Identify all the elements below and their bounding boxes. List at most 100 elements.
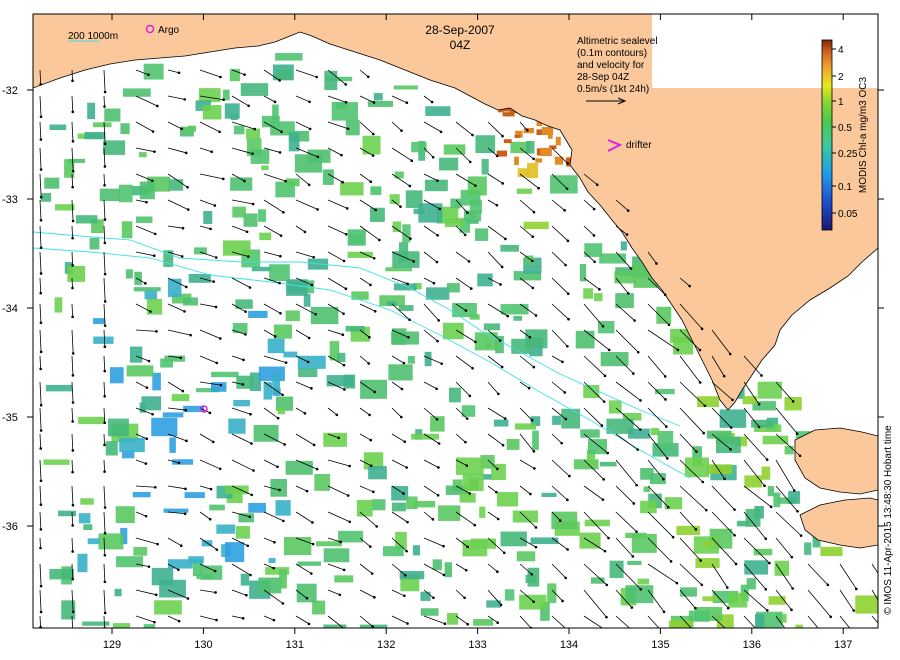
chl-patch [87,538,100,545]
chl-patch [473,619,494,626]
velocity-arrow-head [496,467,499,471]
velocity-arrow-head [733,508,736,511]
lat-tick-label: -34 [2,303,18,315]
velocity-arrow-head [39,115,43,119]
velocity-arrow-head [218,130,221,134]
chl-patch [535,158,543,163]
drifter-legend-label: drifter [626,140,652,151]
velocity-arrow-head [602,400,606,403]
isobath-legend: 200 1000m [68,31,118,42]
velocity-arrow-head [39,403,43,407]
velocity-arrow-head [565,187,569,191]
velocity-arrow-head [607,348,611,352]
chl-patch [369,207,385,222]
velocity-arrow-head [369,180,373,184]
velocity-arrow-head [253,127,257,131]
chl-patch [298,368,318,378]
velocity-arrow-head [664,425,668,428]
velocity-arrow-head [247,104,250,108]
velocity-arrow-head [791,400,795,403]
velocity-arrow-head [273,100,277,104]
velocity-arrow-head [372,101,376,104]
velocity-arrow [39,615,41,628]
velocity-arrow-head [465,464,469,467]
velocity-arrow-head [568,474,571,478]
chl-patch [159,579,186,598]
velocity-arrow-head [431,155,435,159]
velocity-arrow-head [39,291,43,295]
chl-patch [503,139,512,144]
chl-patch [360,379,388,399]
velocity-arrow-head [503,417,507,420]
chl-patch [119,437,145,453]
velocity-arrow-head [436,493,440,497]
velocity-arrow-head [372,257,376,260]
chl-patch [650,428,660,436]
chl-patch [285,178,300,187]
chl-patch [371,499,386,511]
velocity-arrow-head [344,629,347,632]
chl-patch [420,608,439,616]
velocity-arrow-head [465,417,469,420]
chl-patch [446,283,460,293]
velocity-arrow-head [344,83,348,86]
chl-patch [657,430,674,450]
chl-patch [198,88,221,103]
velocity-arrow-head [340,153,343,157]
chl-patch [209,504,225,511]
chl-patch [232,322,248,334]
velocity-arrow-head [440,362,443,365]
chl-patch [506,438,520,450]
velocity-arrow-head [151,179,154,183]
chl-patch [267,338,285,354]
velocity-arrow-head [374,208,377,212]
velocity-arrow-head [147,565,151,568]
velocity-arrow-head [183,98,186,101]
chl-patch [68,158,86,163]
velocity-arrow-head [209,227,212,231]
velocity-arrow-head [71,352,75,355]
velocity-arrow-head [39,429,43,432]
velocity-arrow-head [209,487,213,491]
velocity-arrow-head [790,555,794,559]
velocity-arrow-head [177,619,181,623]
chl-patch [323,432,347,447]
velocity-arrow-head [307,183,311,187]
velocity-arrow-head [566,498,569,502]
velocity-arrow-head [276,465,279,469]
velocity-arrow-head [344,232,348,236]
velocity-arrow-head [312,255,315,259]
chl-patch [620,241,627,251]
chl-patch [587,439,607,455]
chl-patch [491,463,506,481]
chl-patch [511,338,532,354]
velocity-arrow-head [757,402,761,406]
velocity-arrow-head [272,618,276,622]
velocity-arrow-head [402,492,405,495]
velocity-arrow-head [437,319,440,322]
velocity-arrow-head [71,420,74,423]
velocity-arrow-head [437,442,441,445]
chl-patch [168,179,184,191]
chl-patch [183,297,198,306]
chl-patch [442,322,464,340]
velocity-arrow-head [39,138,43,141]
velocity-arrow-head [181,389,185,393]
velocity-arrow-head [663,293,667,297]
velocity-arrow-head [369,464,373,468]
chl-patch [196,574,214,579]
chl-patch [122,88,151,97]
velocity-arrow-head [626,292,630,295]
velocity-arrow-head [602,478,605,481]
velocity-arrow-head [474,184,477,187]
velocity-arrow-head [103,345,107,349]
velocity-arrow-head [639,588,643,591]
velocity-arrow-head [528,335,532,339]
velocity-arrow [103,433,105,445]
chl-patch [248,502,267,513]
velocity-arrow-head [442,544,445,548]
colorbar-tick-label: 0.25 [838,149,858,160]
chl-patch [240,573,250,586]
velocity-arrow-head [603,549,607,553]
chl-patch [382,546,404,557]
